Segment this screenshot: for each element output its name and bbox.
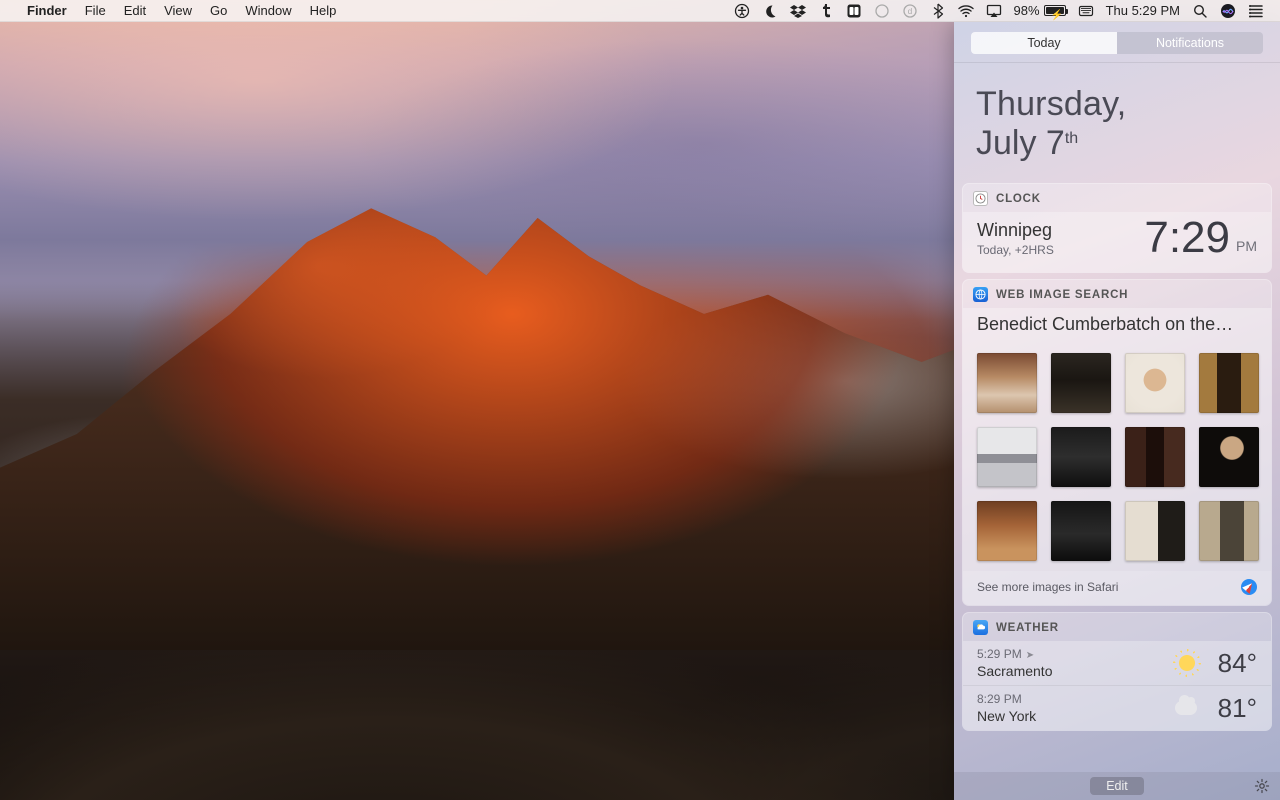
- menu-extra-tumblr-icon[interactable]: [812, 3, 840, 19]
- menubar-clock[interactable]: Thu 5:29 PM: [1100, 0, 1186, 22]
- svg-text:d: d: [907, 7, 911, 16]
- wis-thumbnail[interactable]: [1125, 427, 1185, 487]
- weather-time: 5:29 PM: [977, 647, 1022, 661]
- safari-icon[interactable]: [1241, 579, 1257, 595]
- menu-extra-app-square-icon[interactable]: [840, 3, 868, 19]
- wis-thumbnail[interactable]: [1199, 353, 1259, 413]
- clock-ampm: PM: [1236, 238, 1257, 260]
- battery-icon: ⚡: [1044, 5, 1066, 16]
- notification-center-icon[interactable]: [1242, 3, 1270, 19]
- wis-thumbnail[interactable]: [977, 501, 1037, 561]
- menu-extra-dropbox-icon[interactable]: [784, 3, 812, 19]
- widget-wis-title: WEB IMAGE SEARCH: [996, 289, 1128, 301]
- menubar-right: d 98% ⚡ Thu 5:29 PM: [728, 0, 1270, 22]
- wis-grid: [963, 345, 1271, 571]
- wis-thumbnail[interactable]: [1051, 501, 1111, 561]
- clock-time: 7:29: [1144, 216, 1230, 260]
- wis-more-link[interactable]: See more images in Safari: [977, 580, 1118, 594]
- menu-extra-generic-circle-icon[interactable]: [868, 3, 896, 19]
- weather-temp: 81°: [1209, 693, 1257, 724]
- clock-icon: [973, 191, 988, 206]
- menu-extra-airplay-icon[interactable]: [980, 3, 1008, 19]
- wis-thumbnail[interactable]: [1199, 501, 1259, 561]
- menubar-item-help[interactable]: Help: [301, 0, 346, 22]
- wis-thumbnail[interactable]: [1199, 427, 1259, 487]
- nc-date-weekday: Thursday,: [976, 85, 1258, 124]
- notification-center-panel: Today Notifications Thursday, July 7th C…: [954, 22, 1280, 800]
- weather-city: New York: [977, 708, 1036, 724]
- widget-web-image-search: WEB IMAGE SEARCH Benedict Cumberbatch on…: [962, 279, 1272, 606]
- menu-extra-wifi-icon[interactable]: [952, 3, 980, 19]
- menu-extra-keyboard-icon[interactable]: [1072, 3, 1100, 19]
- menu-extra-dnd-icon[interactable]: [756, 3, 784, 19]
- nc-date-monthday: July 7th: [976, 124, 1258, 163]
- spotlight-icon[interactable]: [1186, 3, 1214, 19]
- menu-extra-accessibility-icon[interactable]: [728, 3, 756, 19]
- wis-query: Benedict Cumberbatch on the…: [963, 308, 1271, 345]
- wis-thumbnail[interactable]: [1125, 501, 1185, 561]
- menubar-item-edit[interactable]: Edit: [115, 0, 155, 22]
- widget-clock: CLOCK Winnipeg Today, +2HRS 7:29 PM: [962, 183, 1272, 273]
- wis-thumbnail[interactable]: [977, 427, 1037, 487]
- widget-clock-title: CLOCK: [996, 193, 1041, 205]
- menu-extra-battery[interactable]: 98% ⚡: [1008, 0, 1072, 22]
- globe-icon: [973, 287, 988, 302]
- wis-thumbnail[interactable]: [1051, 353, 1111, 413]
- weather-city: Sacramento: [977, 663, 1052, 679]
- widget-weather: WEATHER 5:29 PM ➤ Sacramento 84° 8:29 PM …: [962, 612, 1272, 731]
- tab-notifications[interactable]: Notifications: [1117, 32, 1263, 54]
- menubar-app-name[interactable]: Finder: [18, 0, 76, 22]
- weather-temp: 84°: [1209, 648, 1257, 679]
- wis-thumbnail[interactable]: [1051, 427, 1111, 487]
- wis-thumbnail[interactable]: [1125, 353, 1185, 413]
- cloud-icon: [1175, 701, 1197, 715]
- nc-date-ordinal: th: [1065, 130, 1078, 147]
- nc-date: Thursday, July 7th: [954, 63, 1280, 183]
- menubar-left: Finder File Edit View Go Window Help: [12, 0, 345, 22]
- menubar-item-go[interactable]: Go: [201, 0, 236, 22]
- menu-extra-generic-letter-icon[interactable]: d: [896, 3, 924, 19]
- weather-row[interactable]: 5:29 PM ➤ Sacramento 84°: [963, 641, 1271, 685]
- menu-extra-bluetooth-icon[interactable]: [924, 3, 952, 19]
- menubar-item-file[interactable]: File: [76, 0, 115, 22]
- siri-icon[interactable]: [1214, 3, 1242, 19]
- widget-weather-title: WEATHER: [996, 622, 1059, 634]
- menubar-item-view[interactable]: View: [155, 0, 201, 22]
- location-arrow-icon: ➤: [1026, 650, 1034, 661]
- battery-percent-label: 98%: [1014, 0, 1040, 22]
- menubar-item-window[interactable]: Window: [236, 0, 300, 22]
- clock-city: Winnipeg: [977, 220, 1054, 241]
- tab-today[interactable]: Today: [971, 32, 1117, 54]
- wis-thumbnail[interactable]: [977, 353, 1037, 413]
- gear-icon[interactable]: [1254, 778, 1270, 799]
- nc-footer: Edit: [954, 772, 1280, 800]
- nc-tabs: Today Notifications: [954, 22, 1280, 62]
- sun-icon: [1177, 653, 1197, 673]
- nc-edit-button[interactable]: Edit: [1090, 777, 1144, 795]
- weather-time: 8:29 PM: [977, 692, 1036, 706]
- menubar: Finder File Edit View Go Window Help d: [0, 0, 1280, 22]
- nc-date-monthday-text: July 7: [976, 124, 1065, 162]
- weather-row[interactable]: 8:29 PM New York 81°: [963, 685, 1271, 730]
- weather-icon: [973, 620, 988, 635]
- clock-offset: Today, +2HRS: [977, 243, 1054, 257]
